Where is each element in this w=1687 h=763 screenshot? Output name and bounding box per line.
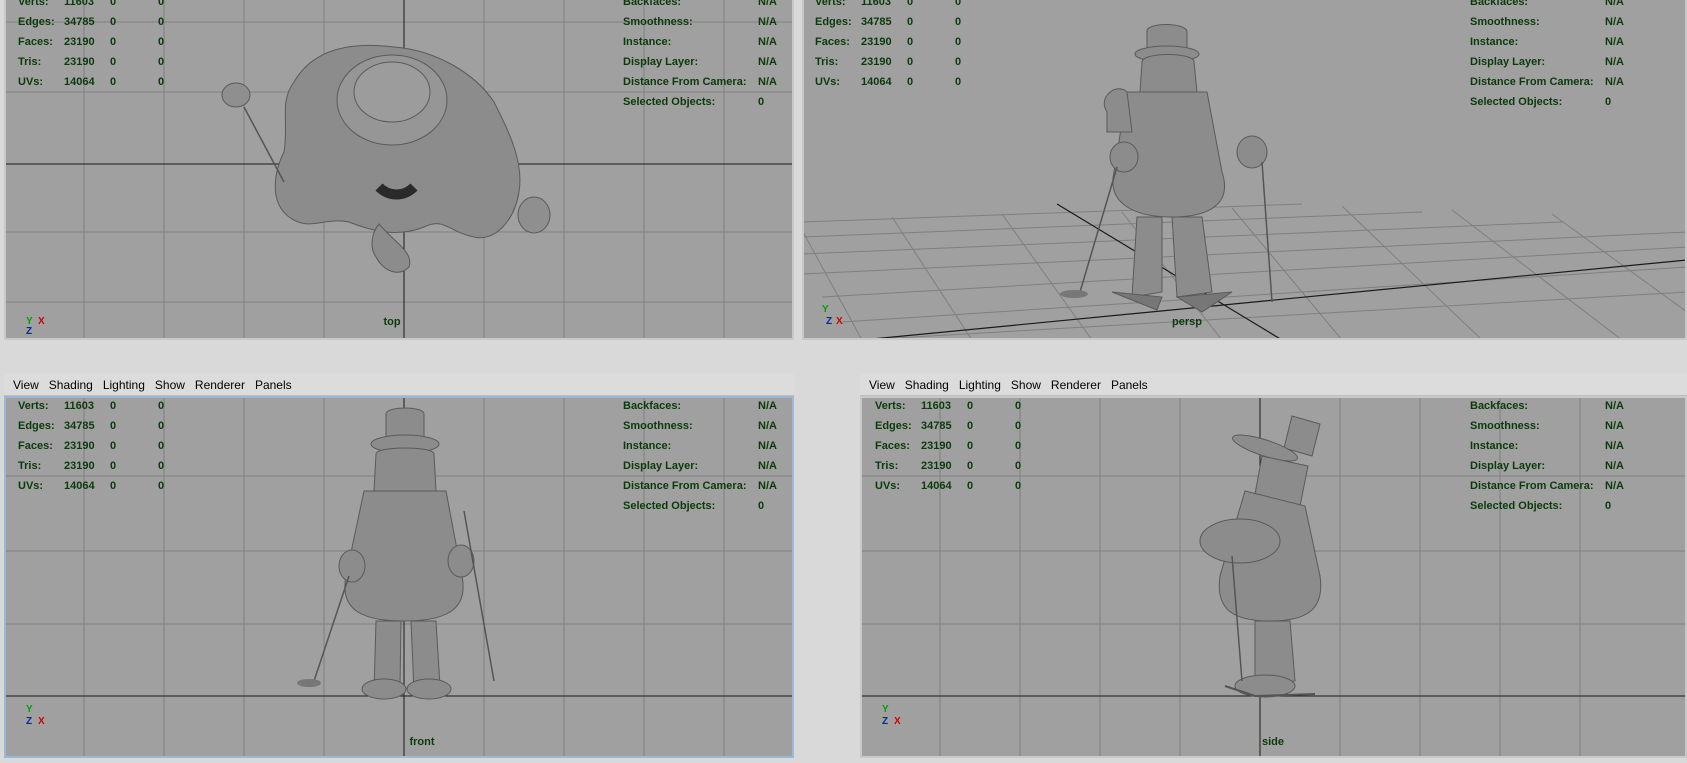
stats-hud-side: Verts: 11603 0 0 Edges: 34785 0 0 Faces: 23190 0… <box>875 400 1022 492</box>
menubar-front: View Shading Lighting Show Renderer Pane… <box>4 374 794 396</box>
menu-shading[interactable]: Shading <box>49 378 93 392</box>
axis-x-label: X <box>894 716 901 727</box>
info-hud-top: Backfaces: N/A Smoothness: N/A Instance: N/… <box>623 0 777 108</box>
menu-panels[interactable]: Panels <box>1111 378 1148 392</box>
menu-renderer[interactable]: Renderer <box>195 378 245 392</box>
model-persp-view <box>1104 24 1268 313</box>
axis-z-label: Z <box>26 716 33 727</box>
axis-z-label: Z <box>826 316 833 327</box>
stats-hud-front: Verts: 11603 0 0 Edges: 34785 0 0 Faces: 23190 0… <box>18 400 165 492</box>
menu-show[interactable]: Show <box>155 378 185 392</box>
stats-hud-top: Verts: 11603 0 0 Edges: 34785 0 0 Faces: 23190 0… <box>18 0 165 88</box>
menubar-side: View Shading Lighting Show Renderer Pane… <box>860 374 1687 396</box>
axis-z-label: Z <box>882 716 889 727</box>
viewport-top[interactable]: Verts: 11603 0 0 Edges: 34785 0 0 Faces: 23190 0… <box>4 0 794 340</box>
axis-y-label: Y <box>822 304 829 315</box>
info-hud-front: Backfaces: N/A Smoothness: N/A Instance: N/… <box>623 400 777 512</box>
menu-show[interactable]: Show <box>1011 378 1041 392</box>
axis-x-label: X <box>38 716 45 727</box>
stats-hud-persp: Verts: 11603 0 0 Edges: 34785 0 0 Faces: 23190 0… <box>815 0 962 88</box>
menu-lighting[interactable]: Lighting <box>959 378 1001 392</box>
axis-y-label: Y <box>26 704 33 715</box>
menu-view[interactable]: View <box>13 378 39 392</box>
axis-z-label: Z <box>26 326 33 337</box>
menu-panels[interactable]: Panels <box>255 378 292 392</box>
viewport-side[interactable]: Verts: 11603 0 0 Edges: 34785 0 0 Faces: 23190 0… <box>860 396 1687 758</box>
model-front-view <box>338 407 475 700</box>
info-hud-side: Backfaces: N/A Smoothness: N/A Instance: N/… <box>1470 400 1624 512</box>
axis-x-label: X <box>836 316 843 327</box>
viewport-front[interactable]: Verts: 11603 0 0 Edges: 34785 0 0 Faces: 23190 0… <box>4 396 794 758</box>
camera-label-front: front <box>409 736 435 748</box>
axis-x-label: X <box>38 316 45 327</box>
viewport-persp[interactable]: Verts: 11603 0 0 Edges: 34785 0 0 Faces: 23190 0… <box>802 0 1687 340</box>
menu-renderer[interactable]: Renderer <box>1051 378 1101 392</box>
menu-lighting[interactable]: Lighting <box>103 378 145 392</box>
info-hud-persp: Backfaces: N/A Smoothness: N/A Instance: N/… <box>1470 0 1624 108</box>
camera-label-side: side <box>1261 736 1285 748</box>
menu-shading[interactable]: Shading <box>905 378 949 392</box>
camera-label-persp: persp <box>1172 316 1202 328</box>
axis-y-label: Y <box>882 704 889 715</box>
menu-view[interactable]: View <box>869 378 895 392</box>
camera-label-top: top <box>383 316 401 328</box>
